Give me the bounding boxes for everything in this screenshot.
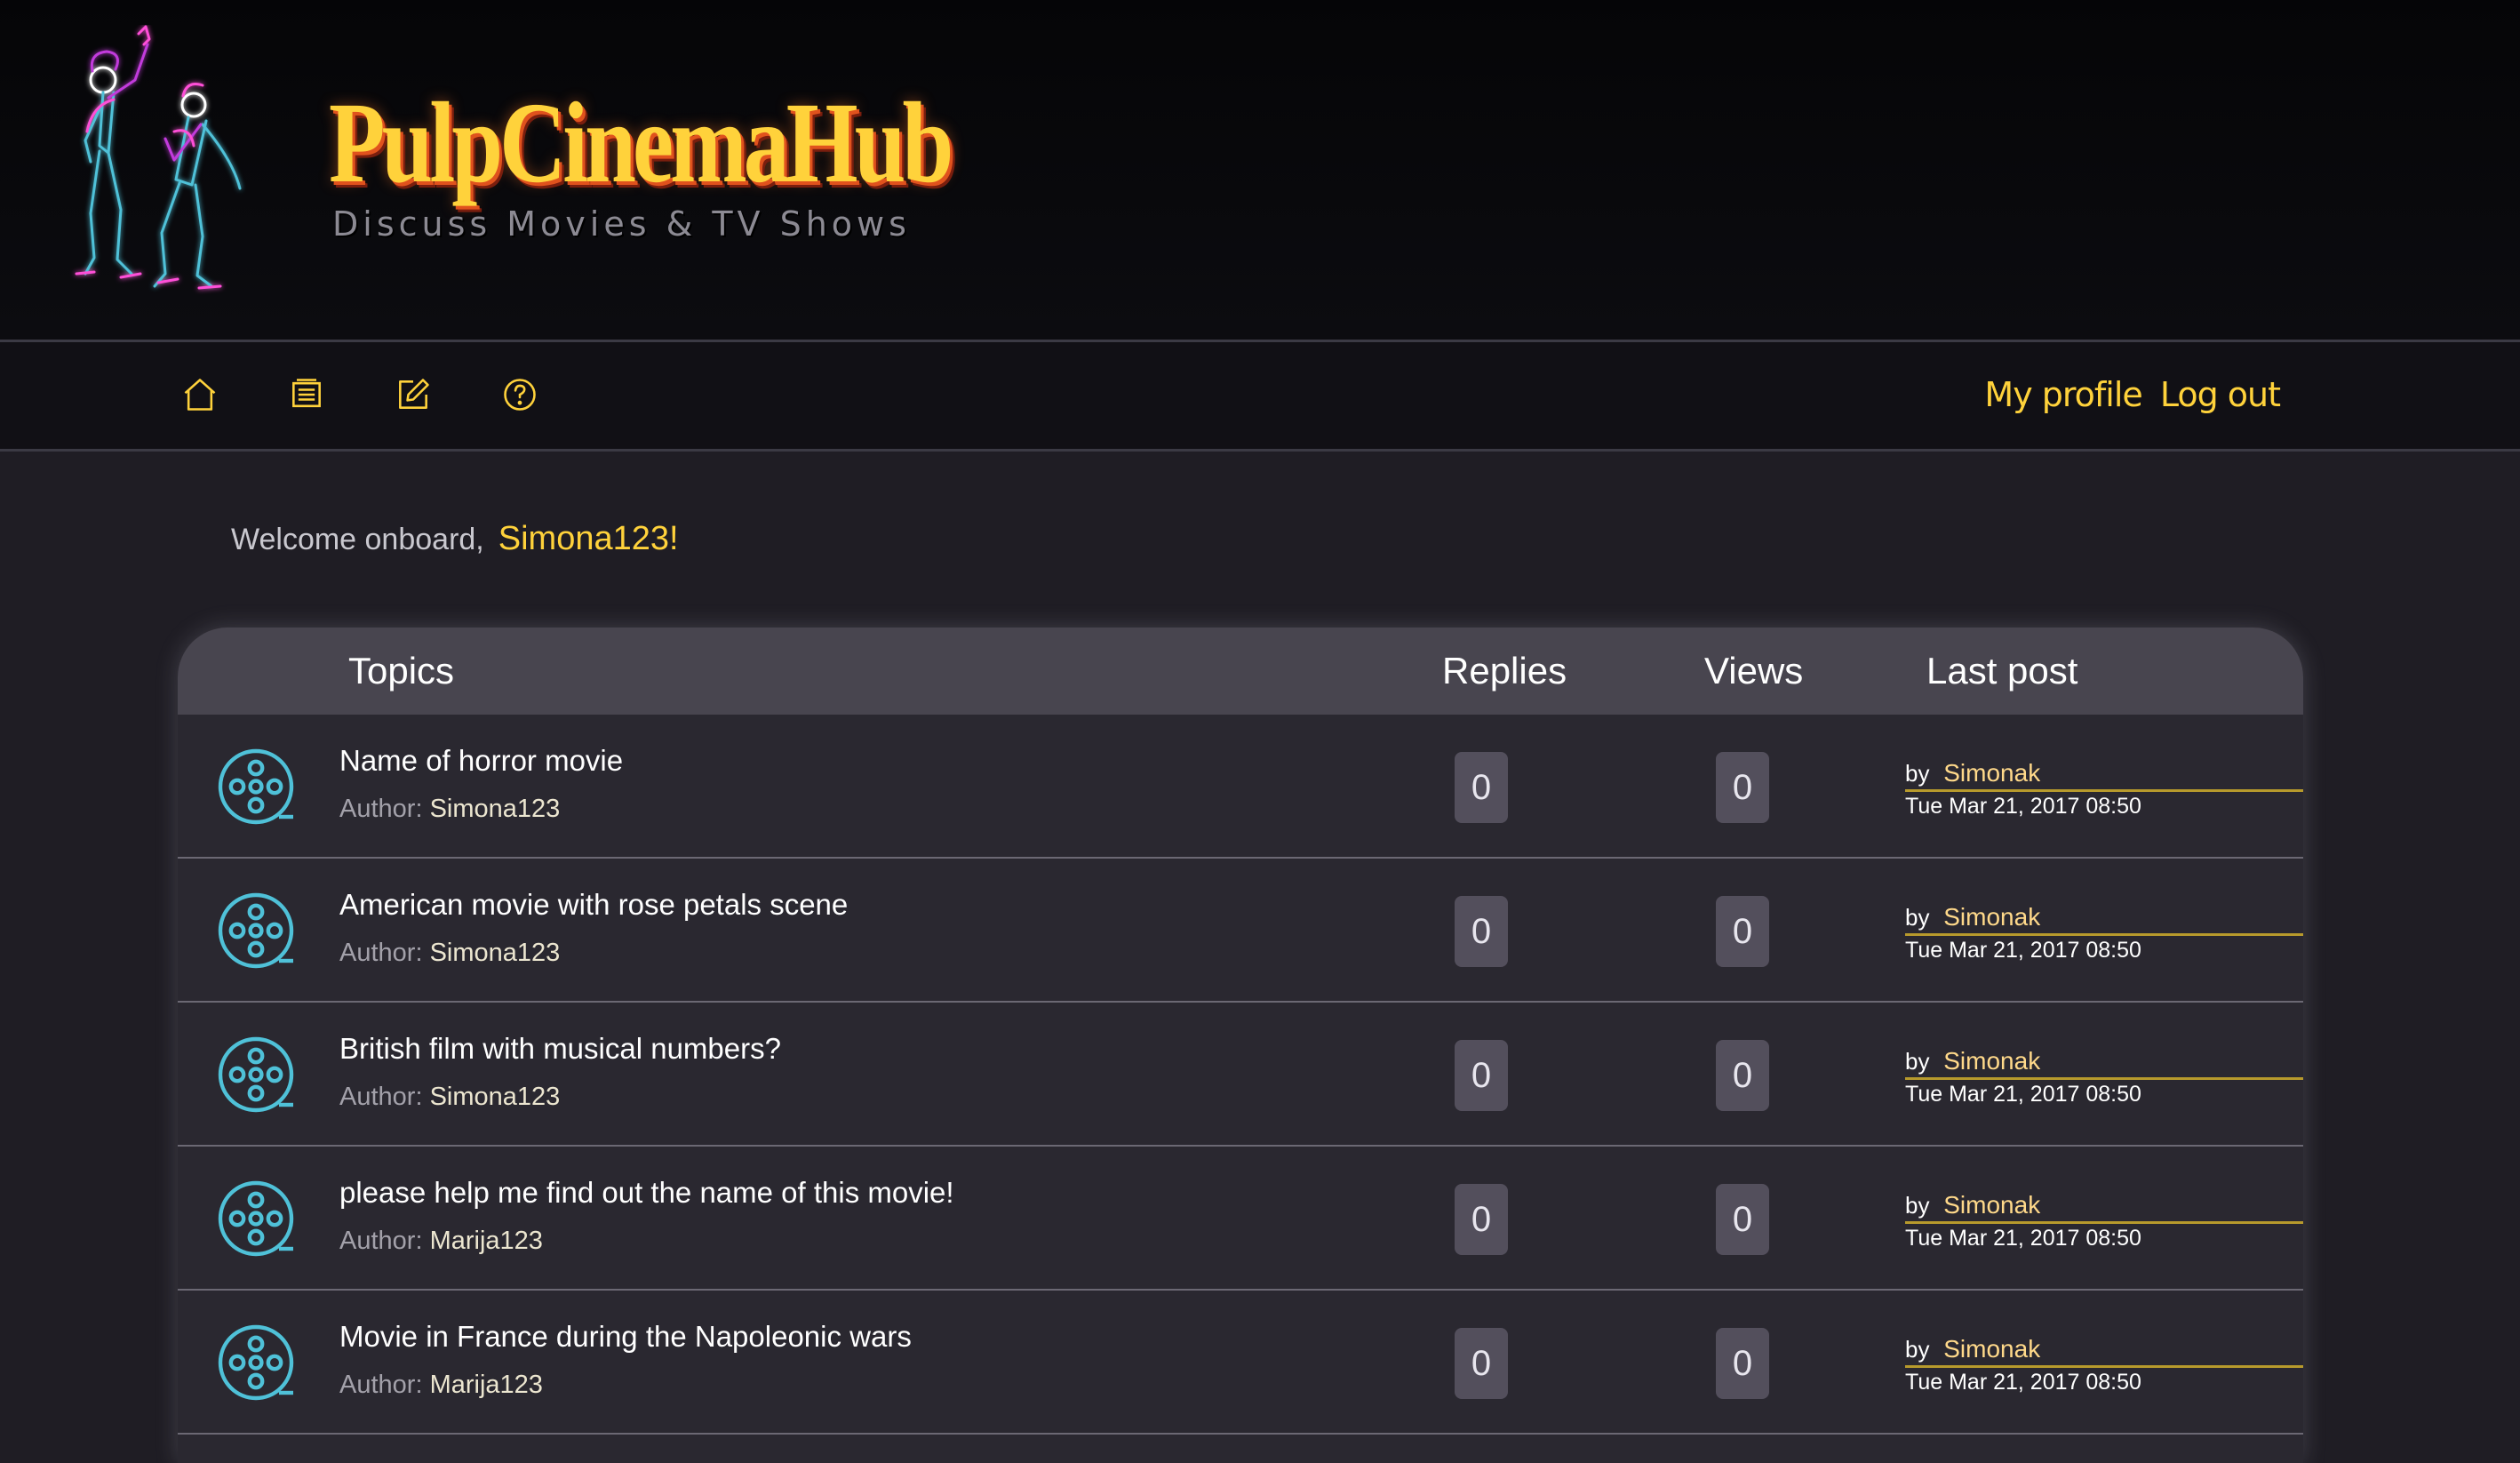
last-post-date: Tue Mar 21, 2017 08:50: [1905, 1082, 2141, 1107]
topic-title-link[interactable]: Name of horror movie: [339, 741, 623, 780]
last-post-date: Tue Mar 21, 2017 08:50: [1905, 794, 2141, 819]
last-post-user-link[interactable]: Simonak: [1943, 1047, 2040, 1075]
topics-header: Topics: [348, 650, 455, 692]
last-post-info: by Simonak Tue Mar 21, 2017 08:50: [1905, 901, 2303, 964]
author-label: Author:: [339, 795, 423, 823]
author-link[interactable]: Simona123: [430, 939, 561, 967]
topic-author: Author: Simona123: [339, 791, 560, 827]
author-label: Author:: [339, 939, 423, 967]
author-label: Author:: [339, 1371, 423, 1399]
last-post-date: Tue Mar 21, 2017 08:50: [1905, 938, 2141, 963]
author-link[interactable]: Simona123: [430, 795, 561, 823]
topic-author: Author: Marija123: [339, 1367, 543, 1403]
site-header: PulpCinemaHub Discuss Movies & TV Shows: [0, 0, 2520, 340]
last-post-user-link[interactable]: Simonak: [1943, 759, 2040, 787]
table-row: American movie with rose petals scene Au…: [178, 859, 2303, 1003]
author-link[interactable]: Marija123: [430, 1371, 543, 1399]
log-out-link[interactable]: Log out: [2160, 365, 2281, 424]
last-post-user-link[interactable]: Simonak: [1943, 1335, 2040, 1363]
last-post-info: by Simonak Tue Mar 21, 2017 08:50: [1905, 757, 2303, 820]
last-post-info: by Simonak Tue Mar 21, 2017 08:50: [1905, 1333, 2303, 1396]
welcome-username[interactable]: Simona123!: [498, 520, 679, 557]
my-profile-link[interactable]: My profile: [1984, 365, 2142, 424]
replies-count: 0: [1455, 752, 1508, 823]
table-row: please help me find out the name of this…: [178, 1147, 2303, 1291]
views-count: 0: [1716, 1184, 1769, 1255]
film-reel-icon: [218, 748, 294, 825]
site-title[interactable]: PulpCinemaHub: [329, 76, 953, 210]
film-reel-icon: [218, 892, 294, 969]
home-icon[interactable]: [169, 364, 231, 426]
topics-table: Topics Replies Views Last post Name of h…: [178, 628, 2303, 1463]
author-link[interactable]: Simona123: [430, 1083, 561, 1111]
edit-icon[interactable]: [382, 364, 444, 426]
views-count: 0: [1716, 896, 1769, 967]
topic-author: Author: Marija123: [339, 1223, 543, 1259]
topic-title-link[interactable]: please help me find out the name of this…: [339, 1173, 954, 1212]
views-count: 0: [1716, 1328, 1769, 1399]
neon-dancers-logo[interactable]: [69, 25, 265, 300]
film-reel-icon: [218, 1324, 294, 1401]
replies-count: 0: [1455, 1040, 1508, 1111]
film-reel-icon: [218, 1180, 294, 1257]
replies-header: Replies: [1442, 650, 1567, 692]
by-label: by: [1905, 1336, 1930, 1363]
replies-count: 0: [1455, 896, 1508, 967]
by-label: by: [1905, 1048, 1930, 1075]
last-post-header: Last post: [1926, 650, 2078, 692]
topic-author: Author: Simona123: [339, 1079, 560, 1115]
topic-title-link[interactable]: Movie in France during the Napoleonic wa…: [339, 1317, 912, 1356]
table-row: Movie in France during the Napoleonic wa…: [178, 1291, 2303, 1435]
film-reel-icon: [218, 1036, 294, 1113]
author-link[interactable]: Marija123: [430, 1227, 543, 1255]
replies-count: 0: [1455, 1184, 1508, 1255]
topic-title-link[interactable]: American movie with rose petals scene: [339, 885, 848, 924]
last-post-info: by Simonak Tue Mar 21, 2017 08:50: [1905, 1189, 2303, 1252]
last-post-date: Tue Mar 21, 2017 08:50: [1905, 1370, 2141, 1395]
topic-title-link[interactable]: British film with musical numbers?: [339, 1029, 781, 1068]
main-nav: My profile Log out: [0, 340, 2520, 452]
topic-list: Name of horror movie Author: Simona123 0…: [178, 715, 2303, 1435]
replies-count: 0: [1455, 1328, 1508, 1399]
last-post-date: Tue Mar 21, 2017 08:50: [1905, 1226, 2141, 1251]
table-header: Topics Replies Views Last post: [178, 628, 2303, 715]
forum-icon[interactable]: [275, 364, 338, 426]
welcome-text: Welcome onboard,: [231, 523, 484, 556]
by-label: by: [1905, 904, 1930, 931]
author-label: Author:: [339, 1083, 423, 1111]
views-header: Views: [1704, 650, 1804, 692]
last-post-info: by Simonak Tue Mar 21, 2017 08:50: [1905, 1045, 2303, 1108]
views-count: 0: [1716, 1040, 1769, 1111]
welcome-message: Welcome onboard, Simona123!: [231, 516, 679, 563]
by-label: by: [1905, 1192, 1930, 1219]
last-post-user-link[interactable]: Simonak: [1943, 1191, 2040, 1219]
topic-author: Author: Simona123: [339, 935, 560, 971]
by-label: by: [1905, 760, 1930, 787]
table-row: British film with musical numbers? Autho…: [178, 1003, 2303, 1147]
help-icon[interactable]: [489, 364, 551, 426]
site-tagline: Discuss Movies & TV Shows: [332, 204, 911, 244]
last-post-user-link[interactable]: Simonak: [1943, 903, 2040, 931]
author-label: Author:: [339, 1227, 423, 1255]
table-row: Name of horror movie Author: Simona123 0…: [178, 715, 2303, 859]
views-count: 0: [1716, 752, 1769, 823]
